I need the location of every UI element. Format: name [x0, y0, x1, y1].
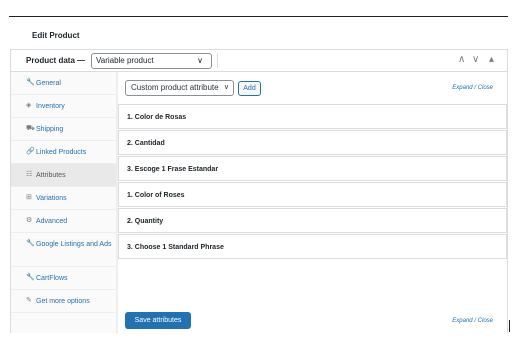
page-title: Edit Product: [32, 31, 80, 40]
plugin-icon: ✎: [26, 297, 32, 304]
wrench-icon: 🔧: [26, 240, 35, 247]
attribute-row[interactable]: 3. Escoge 1 Frase Estandar: [118, 156, 507, 181]
tab-get-more-options[interactable]: ✎ Get more options: [11, 290, 116, 313]
move-down-icon[interactable]: ∨: [472, 54, 479, 65]
tab-label: Shipping: [36, 126, 64, 133]
expand-close-links-bottom[interactable]: Expand / Close: [452, 318, 493, 324]
product-data-label: Product data —: [26, 56, 86, 65]
tab-google-listings-and-ads[interactable]: 🔧 Google Listings and Ads: [11, 233, 116, 267]
attribute-row[interactable]: 2. Quantity: [118, 208, 507, 233]
tab-advanced[interactable]: ⚙ Advanced: [11, 210, 116, 233]
chevron-down-icon: ∨: [223, 84, 229, 91]
product-data-box: Product data — Variable product ∨ ∧ ∨ ▴ …: [10, 49, 508, 333]
attribute-row[interactable]: 1. Color de Rosas: [118, 104, 507, 129]
tab-label: Get more options: [36, 298, 90, 305]
add-attribute-button[interactable]: Add: [238, 81, 261, 96]
tab-inventory[interactable]: ◈ Inventory: [11, 95, 116, 118]
save-attributes-button[interactable]: Save attributes: [125, 312, 191, 329]
wrench-icon: 🔧: [26, 274, 35, 281]
tag-icon: ◈: [26, 102, 32, 109]
tab-attributes[interactable]: ☷ Attributes: [11, 164, 116, 187]
tab-cartflows[interactable]: 🔧 CartFlows: [11, 267, 116, 290]
text-cursor: [509, 320, 510, 332]
tab-label: Google Listings and Ads: [36, 241, 112, 248]
attribute-type-value: Custom product attribute: [131, 83, 219, 92]
product-data-tabs: 🔧 General ◈ Inventory ⛟ Shipping 🔗 Linke…: [11, 72, 117, 333]
product-type-select[interactable]: Variable product ∨: [91, 53, 212, 69]
list-icon: ☷: [26, 171, 33, 178]
attribute-type-select[interactable]: Custom product attribute ∨: [125, 80, 234, 96]
attribute-row[interactable]: 1. Color of Roses: [118, 182, 507, 207]
header-separator: [217, 54, 218, 68]
product-type-value: Variable product: [96, 56, 154, 65]
tab-label: General: [36, 80, 61, 87]
tab-general[interactable]: 🔧 General: [11, 72, 116, 95]
attribute-list: 1. Color de Rosas 2. Cantidad 3. Escoge …: [118, 104, 507, 260]
move-up-icon[interactable]: ∧: [458, 54, 465, 65]
tab-label: Attributes: [36, 172, 66, 179]
truck-icon: ⛟: [26, 125, 35, 132]
tab-label: Variations: [36, 195, 67, 202]
tab-label: Advanced: [36, 218, 68, 225]
attribute-row[interactable]: 2. Cantidad: [118, 130, 507, 155]
tab-variations[interactable]: ⊞ Variations: [11, 187, 116, 210]
attributes-panel: Custom product attribute ∨ Add Expand / …: [118, 72, 507, 333]
tab-label: Inventory: [36, 103, 65, 110]
top-divider: [9, 16, 508, 17]
expand-close-links[interactable]: Expand / Close: [452, 85, 493, 91]
tab-shipping[interactable]: ⛟ Shipping: [11, 118, 116, 141]
wrench-icon: 🔧: [26, 79, 35, 86]
tab-linked-products[interactable]: 🔗 Linked Products: [11, 141, 116, 164]
chevron-down-icon: ∨: [197, 56, 203, 65]
gear-icon: ⚙: [26, 217, 33, 224]
link-icon: 🔗: [26, 148, 35, 155]
product-data-header: Product data — Variable product ∨ ∧ ∨ ▴: [11, 50, 507, 72]
attribute-row[interactable]: 3. Choose 1 Standard Phrase: [118, 234, 507, 259]
tab-label: CartFlows: [36, 275, 68, 282]
grid-icon: ⊞: [26, 194, 32, 201]
tab-label: Linked Products: [36, 149, 87, 156]
collapse-toggle-icon[interactable]: ▴: [489, 54, 494, 65]
